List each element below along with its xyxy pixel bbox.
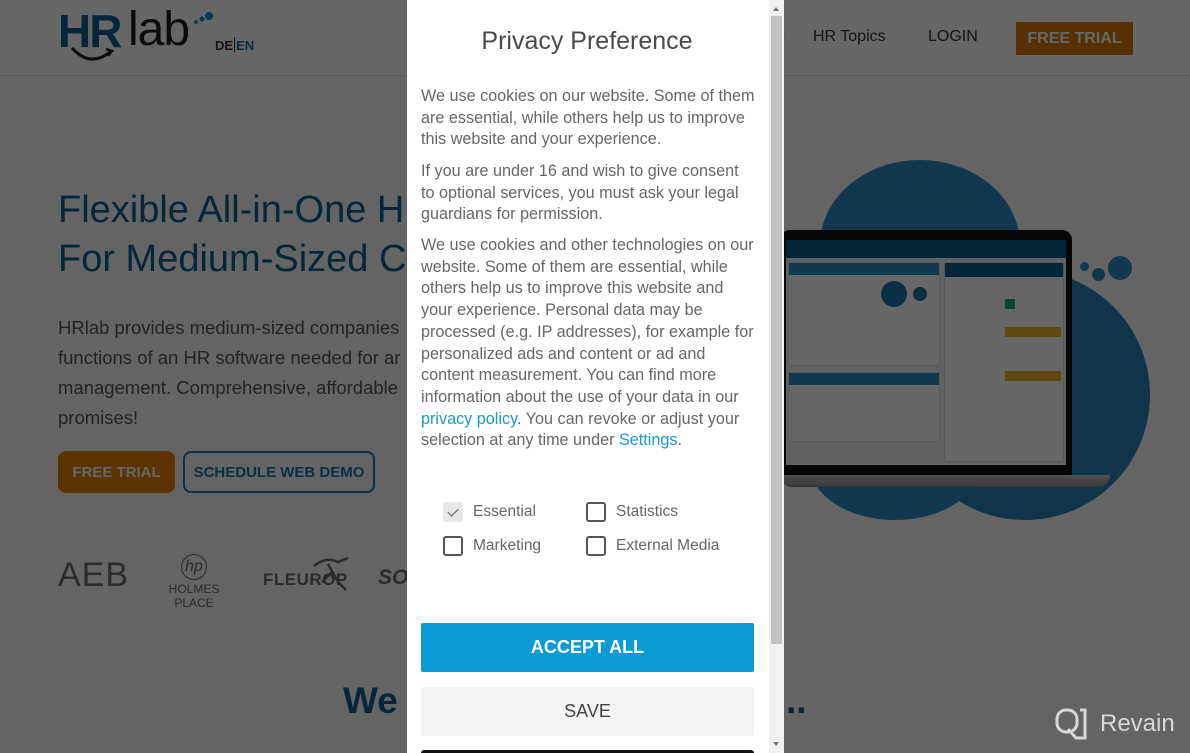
accept-all-button[interactable]: ACCEPT ALL: [421, 623, 754, 672]
scroll-down-arrow-icon[interactable]: [769, 737, 784, 751]
cookie-intro-paragraph: We use cookies on our website. Some of t…: [421, 87, 755, 149]
checkbox-marketing-box[interactable]: [443, 536, 463, 556]
privacy-policy-link[interactable]: privacy policy: [421, 410, 517, 428]
revain-label: Revain: [1100, 710, 1175, 737]
checkbox-external-media-label: External Media: [616, 537, 720, 554]
checkbox-marketing-label: Marketing: [473, 537, 542, 554]
checkbox-external-media[interactable]: External Media: [586, 536, 719, 556]
settings-link[interactable]: Settings: [619, 431, 678, 449]
checkbox-external-media-box[interactable]: [586, 536, 606, 556]
checkbox-statistics-box[interactable]: [586, 502, 606, 522]
privacy-preference-dialog: Privacy Preference We use cookies on our…: [407, 0, 784, 753]
save-button[interactable]: SAVE: [421, 687, 754, 736]
dialog-content: Privacy Preference We use cookies on our…: [407, 0, 769, 753]
paragraph-text: .: [677, 431, 682, 450]
checkbox-essential-label: Essential: [473, 503, 536, 520]
data-processing-paragraph: We use cookies and other technologies on…: [421, 235, 756, 452]
scrollbar-thumb[interactable]: [771, 16, 782, 644]
scroll-up-arrow-icon[interactable]: [769, 2, 784, 16]
checkbox-essential[interactable]: Essential: [443, 502, 536, 522]
revain-logo-icon: [1055, 708, 1087, 740]
checkbox-statistics-label: Statistics: [616, 503, 679, 520]
checkbox-marketing[interactable]: Marketing: [443, 536, 541, 556]
checkbox-essential-box[interactable]: [443, 502, 463, 522]
paragraph-text: We use cookies and other technologies on…: [421, 236, 754, 406]
revain-watermark: Revain: [1054, 706, 1175, 742]
checkbox-statistics[interactable]: Statistics: [586, 502, 678, 522]
dialog-scrollbar[interactable]: [769, 0, 784, 753]
under-16-paragraph: If you are under 16 and wish to give con…: [421, 162, 739, 224]
dialog-title: Privacy Preference: [481, 27, 693, 55]
